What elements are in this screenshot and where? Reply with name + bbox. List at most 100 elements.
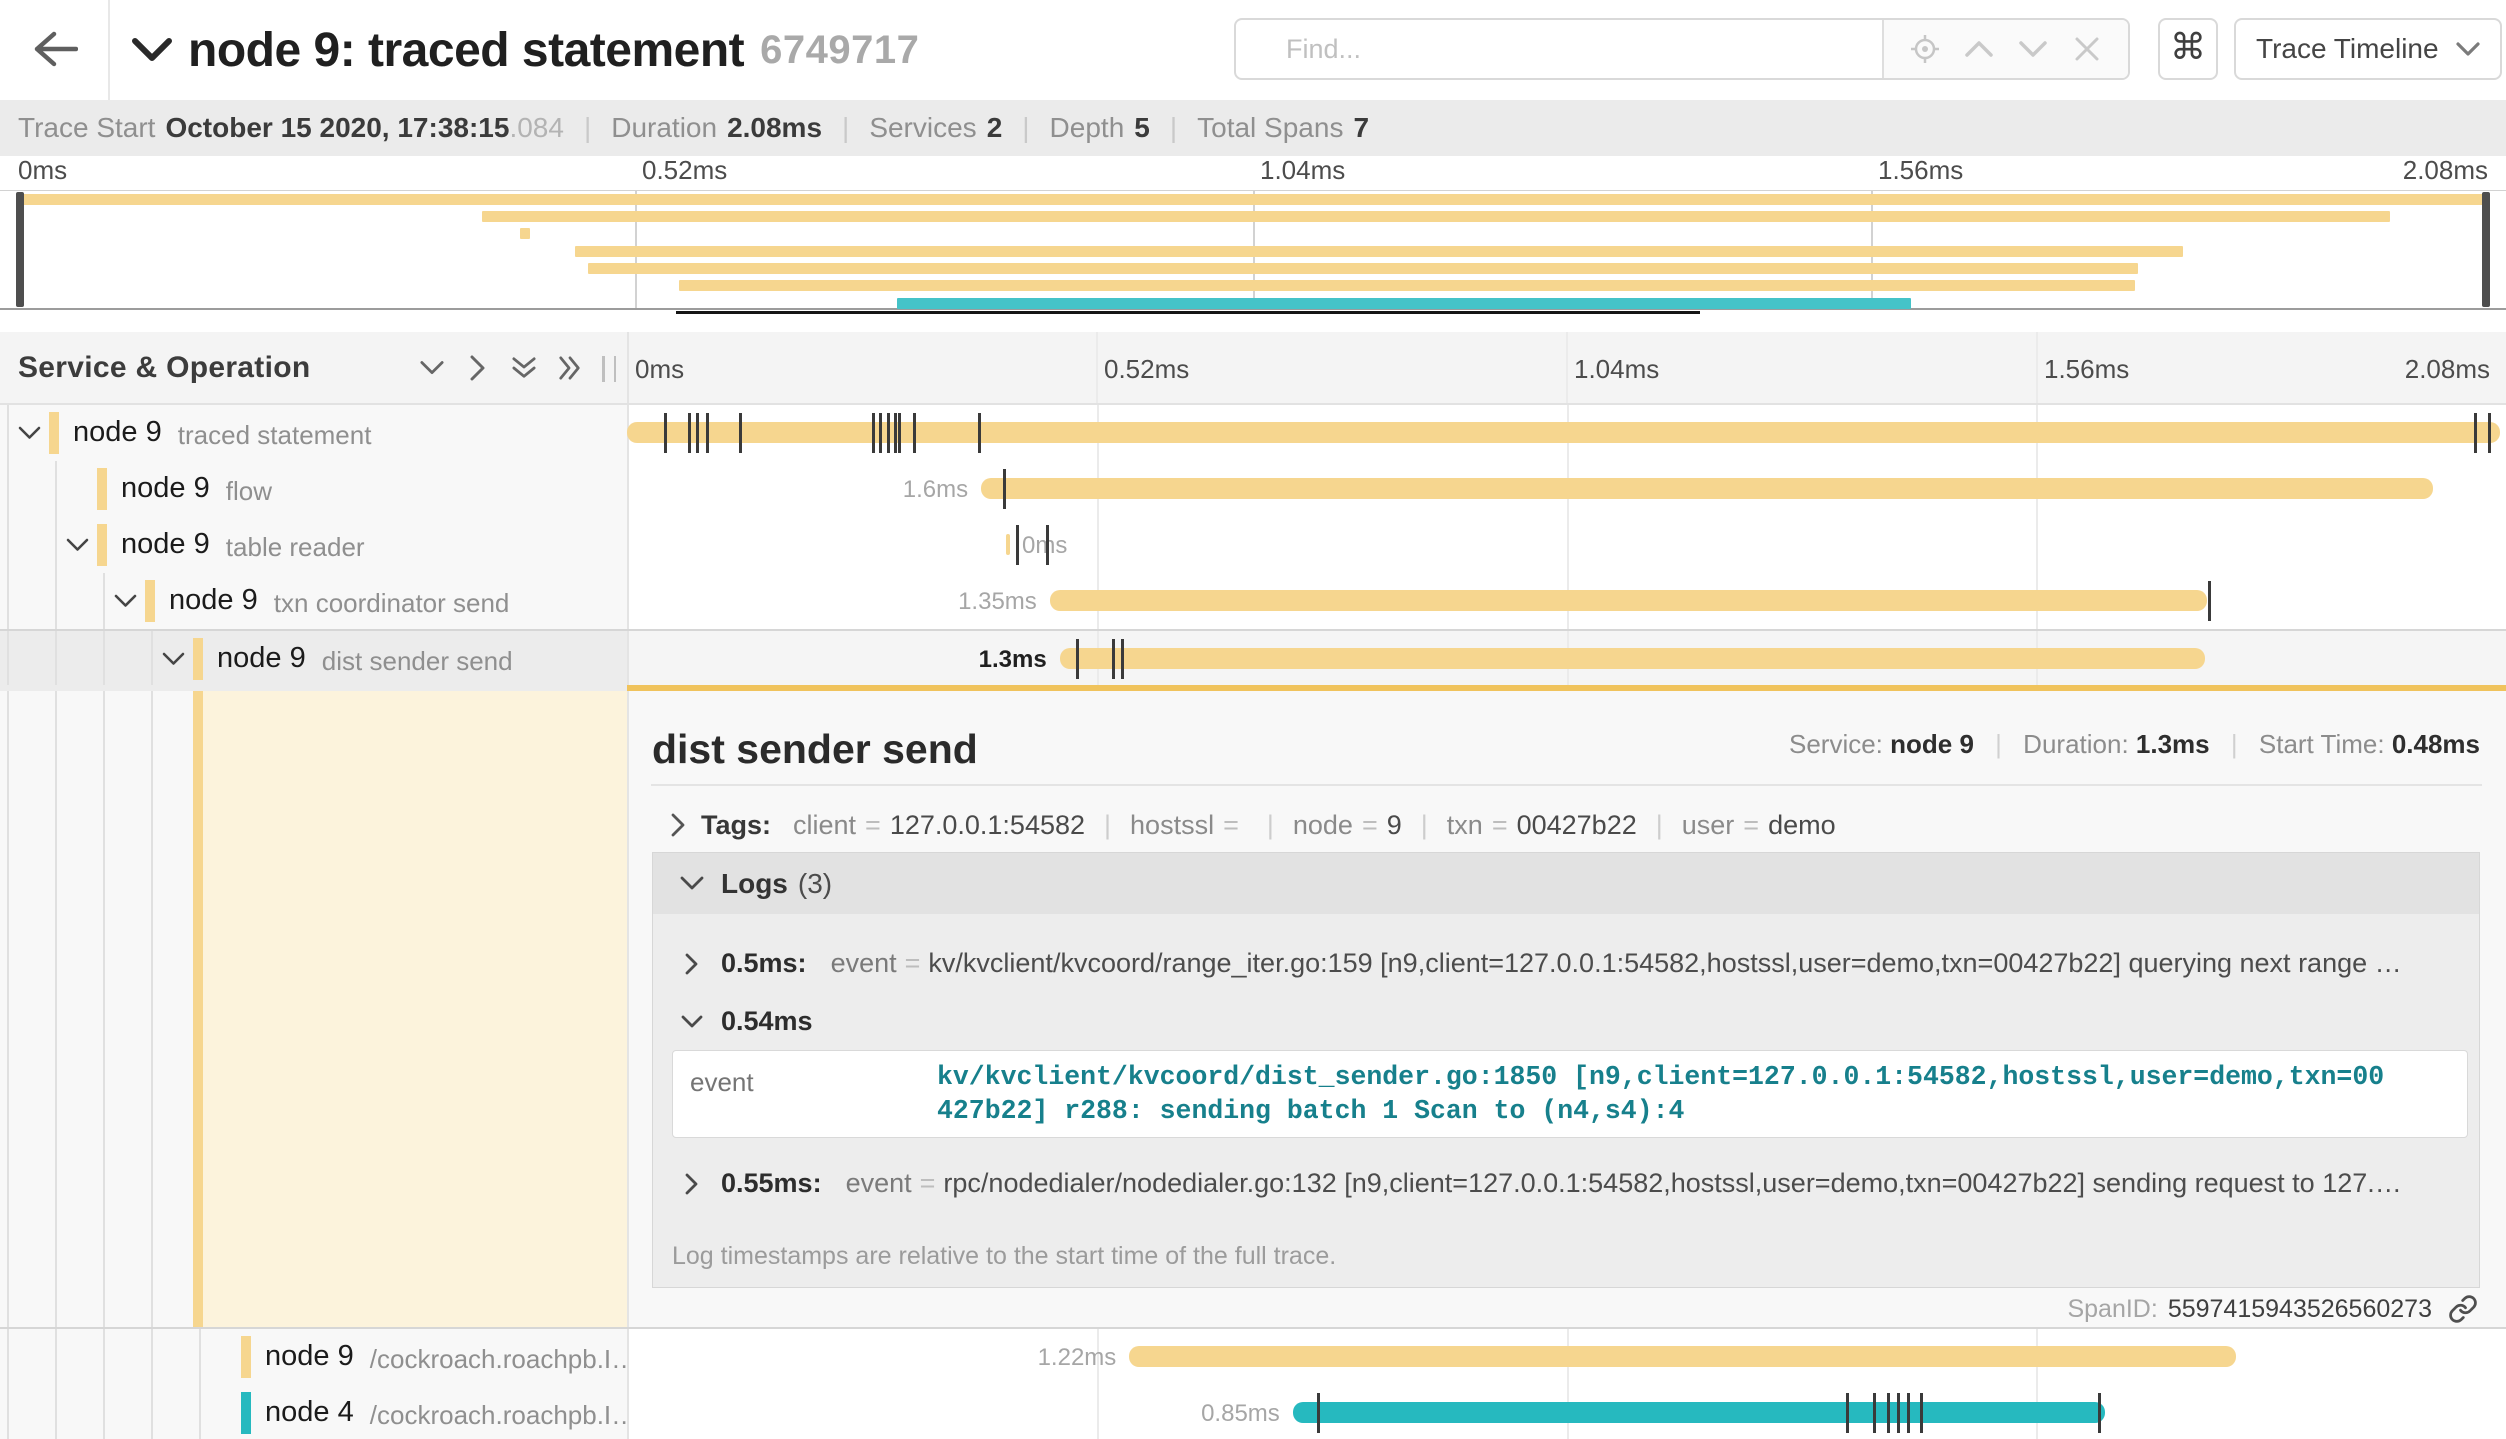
separator: | xyxy=(584,112,591,144)
equals-sign: = xyxy=(1743,810,1759,840)
log-event-tick xyxy=(706,413,709,453)
axis-tick-25: 0.52ms xyxy=(1104,354,1189,385)
minimap-graph[interactable] xyxy=(0,190,2506,310)
column-resizer-grip[interactable] xyxy=(602,356,616,382)
span-name-cell[interactable]: node 9 flow xyxy=(0,461,627,517)
log-entry-expanded[interactable]: 0.54ms xyxy=(653,1006,2479,1037)
span-row-table-reader[interactable]: node 9 table reader 0ms xyxy=(0,517,2506,573)
clear-search-icon[interactable] xyxy=(2072,34,2102,64)
collapse-one-icon[interactable] xyxy=(420,356,444,380)
span-duration-bar[interactable] xyxy=(981,478,2433,499)
span-duration-bar[interactable] xyxy=(1293,1402,2105,1423)
keyboard-shortcuts-button[interactable]: ⌘ xyxy=(2158,18,2218,80)
chevron-right-icon xyxy=(665,812,691,838)
separator: | xyxy=(1421,810,1428,841)
span-row-txn-coordinator-send[interactable]: node 9 txn coordinator send 1.35ms xyxy=(0,573,2506,629)
span-duration-label: 1.3ms xyxy=(979,646,1047,674)
equals-sign: = xyxy=(1362,810,1378,840)
log-entry-collapsed[interactable]: 0.5ms: event = kv/kvclient/kvcoord/range… xyxy=(653,948,2479,979)
span-row-roachpb-node4[interactable]: node 4 /cockroach.roachpb.I… 0.85ms xyxy=(0,1385,2506,1439)
span-duration-label: 1.22ms xyxy=(1038,1344,1117,1372)
span-name-cell[interactable]: node 9 txn coordinator send xyxy=(0,573,627,629)
detail-divider xyxy=(651,784,2482,786)
span-name-cell[interactable]: node 9 traced statement xyxy=(0,405,627,461)
span-operation-name: /cockroach.roachpb.I… xyxy=(370,1344,627,1375)
chevron-down-icon xyxy=(131,37,173,63)
span-rows: node 9 traced statement node 9 flow 1.6m… xyxy=(0,405,2506,685)
log-event-tick xyxy=(696,413,699,453)
span-toggle-chevron-down-icon[interactable] xyxy=(17,421,41,445)
span-name-cell[interactable]: node 9 table reader xyxy=(0,517,627,573)
log-key: event xyxy=(831,948,897,979)
log-timestamp: 0.55ms: xyxy=(721,1168,822,1199)
total-spans-label: Total Spans xyxy=(1197,112,1343,144)
expand-one-icon[interactable] xyxy=(466,356,490,380)
trace-collapse-toggle[interactable] xyxy=(130,28,174,72)
collapse-all-icon[interactable] xyxy=(512,356,536,380)
span-duration-bar[interactable] xyxy=(1060,648,2205,669)
expand-all-icon[interactable] xyxy=(558,356,582,380)
log-event-tick xyxy=(1907,1393,1910,1433)
log-entry-collapsed[interactable]: 0.55ms: event = rpc/nodedialer/nodediale… xyxy=(653,1168,2479,1199)
service-color-bar xyxy=(49,412,59,454)
span-detail-meta: Service: node 9 | Duration: 1.3ms | Star… xyxy=(1789,729,2480,760)
logs-header[interactable]: Logs (3) xyxy=(653,853,2479,914)
span-bar-cell[interactable]: 0ms xyxy=(627,517,2506,573)
find-controls xyxy=(1882,20,2128,78)
back-button[interactable] xyxy=(24,18,86,80)
log-event-tick xyxy=(2098,1393,2101,1433)
view-selector-button[interactable]: Trace Timeline xyxy=(2234,18,2502,80)
span-bar-cell[interactable]: 1.3ms xyxy=(627,631,2506,685)
indent-guide xyxy=(7,1385,9,1439)
span-bar-cell[interactable]: 1.6ms xyxy=(627,461,2506,517)
minimap-right-scrubber[interactable] xyxy=(2482,192,2490,307)
separator: | xyxy=(1104,810,1111,841)
span-name-cell[interactable]: node 9 dist sender send xyxy=(0,631,627,685)
span-name-cell[interactable]: node 9 /cockroach.roachpb.I… xyxy=(0,1329,627,1385)
minimap-span-bar xyxy=(482,211,2391,222)
span-row-traced-statement[interactable]: node 9 traced statement xyxy=(0,405,2506,461)
column-divider xyxy=(627,691,629,1327)
span-duration-bar[interactable] xyxy=(1129,1346,2236,1367)
detail-duration-value: 1.3ms xyxy=(2136,729,2210,759)
tag-txn: txn=00427b22 xyxy=(1447,810,1637,841)
find-input[interactable] xyxy=(1236,20,1882,78)
indent-guide xyxy=(55,517,57,573)
logs-section: Logs (3) 0.5ms: event = kv/kvclient/kvco… xyxy=(652,852,2480,1288)
indent-guide xyxy=(55,1329,57,1385)
span-toggle-chevron-down-icon[interactable] xyxy=(161,647,185,671)
span-service-name: node 9 xyxy=(217,642,306,675)
column-divider xyxy=(627,332,629,403)
span-operation-name: txn coordinator send xyxy=(274,588,510,619)
tags-row[interactable]: Tags: client=127.0.0.1:54582 | hostssl= … xyxy=(665,800,1836,850)
span-toggle-chevron-down-icon[interactable] xyxy=(65,533,89,557)
span-row-roachpb-node9[interactable]: node 9 /cockroach.roachpb.I… 1.22ms xyxy=(0,1329,2506,1385)
prev-result-icon[interactable] xyxy=(1964,34,1994,64)
span-duration-bar[interactable] xyxy=(627,422,2500,443)
minimap-left-scrubber[interactable] xyxy=(16,192,24,307)
span-detail-title: dist sender send xyxy=(652,726,978,773)
next-result-icon[interactable] xyxy=(2018,34,2048,64)
span-detail-left-gutter xyxy=(0,691,627,1329)
span-row-flow[interactable]: node 9 flow 1.6ms xyxy=(0,461,2506,517)
services-value: 2 xyxy=(987,112,1003,144)
span-bar-cell[interactable]: 1.35ms xyxy=(627,573,2506,629)
span-duration-bar[interactable] xyxy=(1050,590,2207,611)
span-bar-cell[interactable] xyxy=(627,405,2506,461)
view-selector-label: Trace Timeline xyxy=(2256,33,2456,65)
locate-icon[interactable] xyxy=(1910,34,1940,64)
span-bar-cell[interactable]: 1.22ms xyxy=(627,1329,2506,1385)
log-event-tick xyxy=(1121,639,1124,679)
span-name-cell[interactable]: node 4 /cockroach.roachpb.I… xyxy=(0,1385,627,1439)
trace-start-label: Trace Start xyxy=(18,112,155,144)
log-timestamp: 0.5ms: xyxy=(721,948,807,979)
span-row-dist-sender-send[interactable]: node 9 dist sender send 1.3ms xyxy=(0,629,2506,685)
depth-value: 5 xyxy=(1134,112,1150,144)
span-duration-bar[interactable] xyxy=(1006,534,1010,555)
detail-duration-label: Duration: xyxy=(2023,729,2129,759)
span-bar-cell[interactable]: 0.85ms xyxy=(627,1385,2506,1439)
deep-link-icon[interactable] xyxy=(2446,1294,2480,1324)
span-toggle-chevron-down-icon[interactable] xyxy=(113,589,137,613)
page-title: node 9: traced statement xyxy=(188,23,744,78)
indent-guide xyxy=(151,1329,153,1385)
